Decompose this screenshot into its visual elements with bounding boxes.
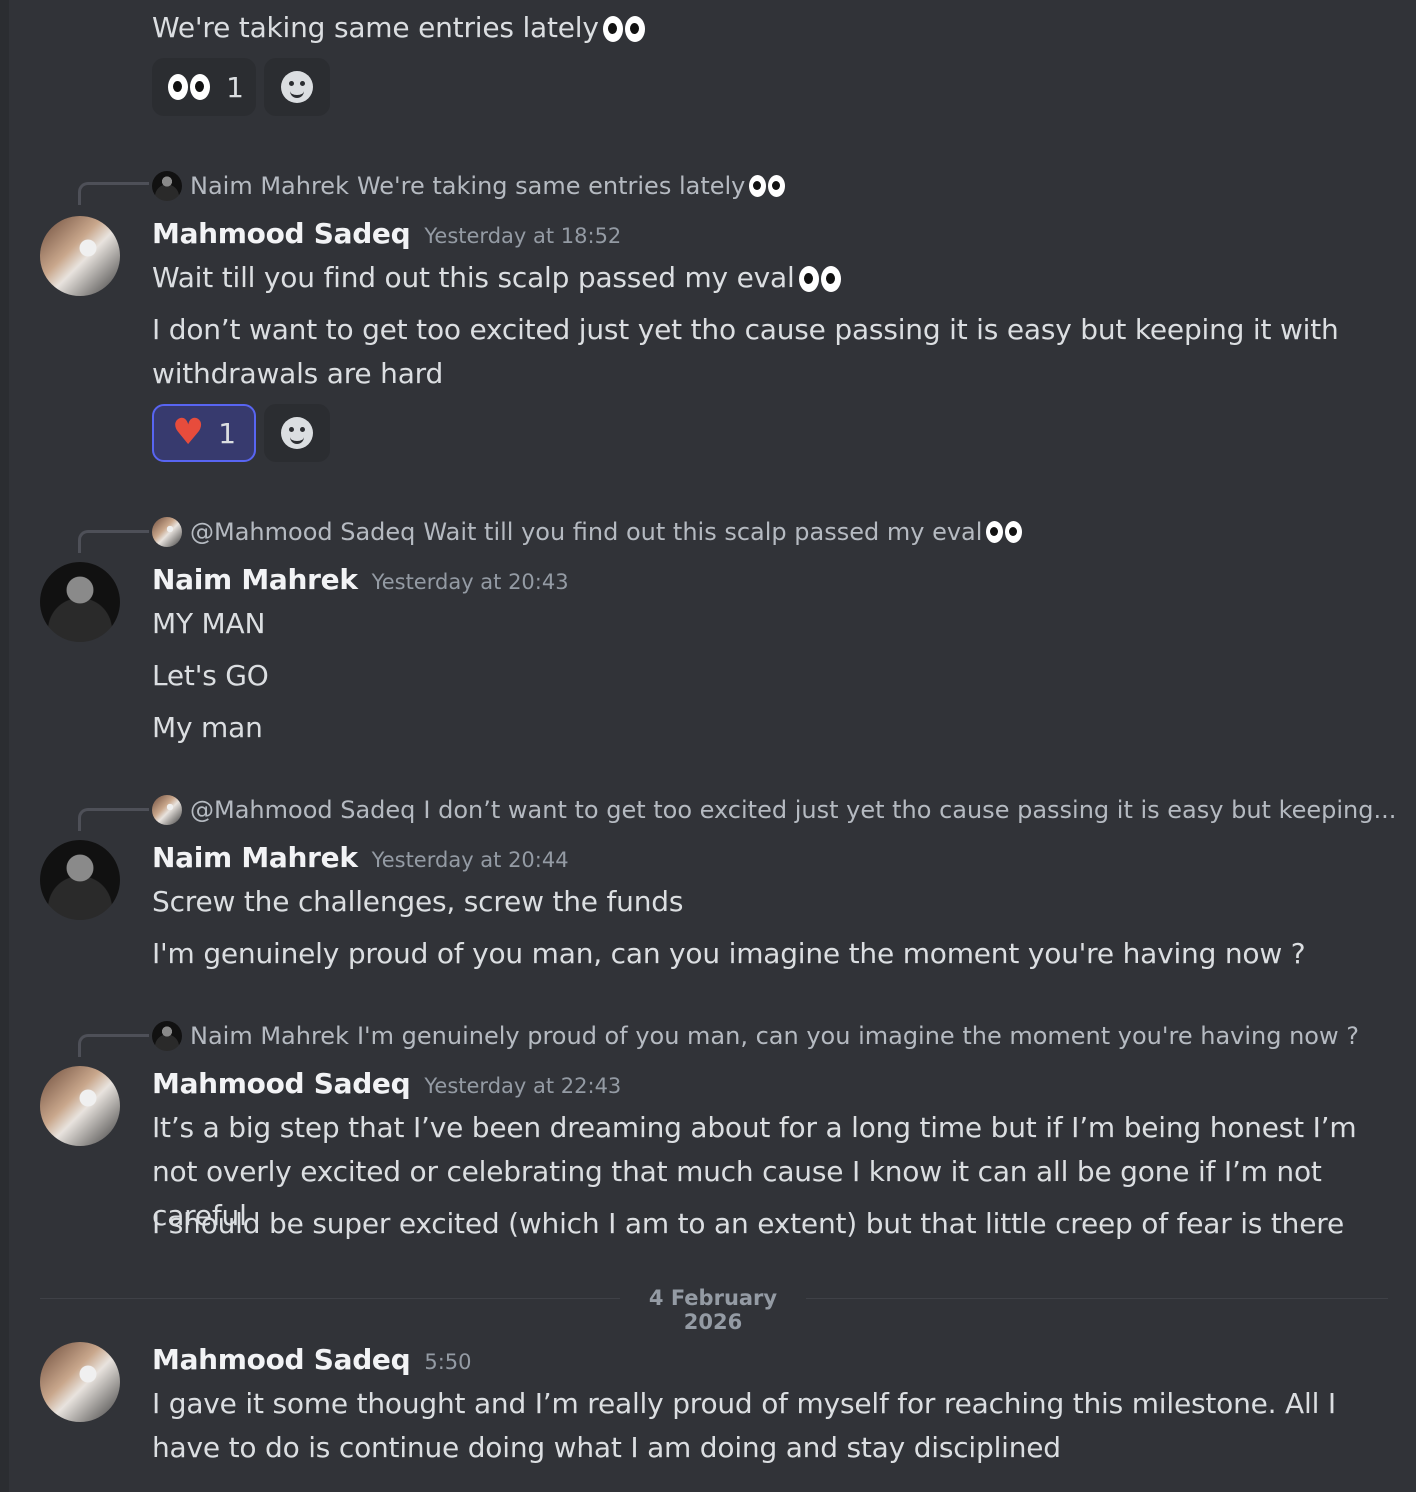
reply-preview[interactable]: Naim Mahrek I'm genuinely proud of you m… — [152, 1020, 1359, 1052]
message-text: Let's GO — [152, 659, 269, 692]
eyes-emoji-icon — [798, 266, 843, 292]
message-header: Naim Mahrek Yesterday at 20:43 — [152, 562, 569, 600]
reaction-eyes[interactable]: 1 — [152, 58, 256, 116]
author-name[interactable]: Mahmood Sadeq — [152, 1343, 411, 1376]
date-divider: 4 February 2026 — [620, 1286, 806, 1334]
left-edge — [0, 0, 9, 1492]
author-name[interactable]: Naim Mahrek — [152, 563, 358, 596]
add-reaction-button[interactable] — [264, 404, 330, 462]
eyes-emoji-icon — [986, 521, 1024, 543]
message-header: Mahmood Sadeq 5:50 — [152, 1342, 472, 1380]
message-text: We're taking same entries lately — [152, 6, 647, 50]
add-reaction-button[interactable] — [264, 58, 330, 116]
author-name[interactable]: Mahmood Sadeq — [152, 1067, 411, 1100]
message-text: I should be super excited (which I am to… — [152, 1207, 1344, 1240]
heart-emoji-icon: ♥ — [171, 412, 205, 453]
timestamp[interactable]: Yesterday at 20:43 — [372, 570, 569, 594]
reply-avatar — [152, 795, 182, 825]
message-text: Wait till you find out this scalp passed… — [152, 256, 843, 300]
timestamp[interactable]: 5:50 — [424, 1350, 471, 1374]
reply-author: @Mahmood Sadeq — [190, 518, 416, 546]
reply-text: I don’t want to get too excited just yet… — [423, 796, 1397, 824]
reply-text: We're taking same entries lately — [356, 172, 746, 200]
avatar[interactable] — [40, 562, 120, 642]
message-header: Mahmood Sadeq Yesterday at 18:52 — [152, 216, 621, 254]
eyes-emoji-icon — [602, 16, 647, 42]
message-text: Screw the challenges, screw the funds — [152, 885, 684, 918]
reply-avatar — [152, 171, 182, 201]
reply-connector — [78, 1034, 149, 1057]
author-name[interactable]: Naim Mahrek — [152, 841, 358, 874]
reaction-count: 1 — [226, 70, 244, 104]
reply-connector — [78, 182, 149, 205]
reply-text: Wait till you find out this scalp passed… — [423, 518, 983, 546]
add-reaction-icon — [281, 71, 313, 103]
timestamp[interactable]: Yesterday at 22:43 — [424, 1074, 621, 1098]
timestamp[interactable]: Yesterday at 18:52 — [424, 224, 621, 248]
reply-avatar — [152, 1021, 182, 1051]
reply-text: I'm genuinely proud of you man, can you … — [356, 1022, 1359, 1050]
reply-connector — [78, 530, 149, 553]
message-text: I'm genuinely proud of you man, can you … — [152, 937, 1306, 970]
message-text: I don’t want to get too excited just yet… — [152, 313, 1339, 390]
reply-preview[interactable]: @Mahmood Sadeq Wait till you find out th… — [152, 516, 1024, 548]
author-name[interactable]: Mahmood Sadeq — [152, 217, 411, 250]
reply-author: Naim Mahrek — [190, 1022, 349, 1050]
avatar[interactable] — [40, 1342, 120, 1422]
message-header: Naim Mahrek Yesterday at 20:44 — [152, 840, 569, 878]
reply-preview[interactable]: @Mahmood Sadeq I don’t want to get too e… — [152, 794, 1396, 826]
message-header: Mahmood Sadeq Yesterday at 22:43 — [152, 1066, 621, 1104]
reply-author: Naim Mahrek — [190, 172, 349, 200]
message-text: I gave it some thought and I’m really pr… — [152, 1387, 1336, 1464]
eyes-emoji-icon — [749, 175, 787, 197]
message-text: MY MAN — [152, 607, 266, 640]
reply-avatar — [152, 517, 182, 547]
reaction-heart[interactable]: ♥ 1 — [152, 404, 256, 462]
add-reaction-icon — [281, 417, 313, 449]
avatar[interactable] — [40, 840, 120, 920]
reply-author: @Mahmood Sadeq — [190, 796, 416, 824]
avatar[interactable] — [40, 216, 120, 296]
reply-preview[interactable]: Naim Mahrek We're taking same entries la… — [152, 170, 787, 202]
eyes-emoji-icon — [168, 74, 212, 100]
timestamp[interactable]: Yesterday at 20:44 — [372, 848, 569, 872]
reaction-count: 1 — [218, 416, 237, 450]
avatar[interactable] — [40, 1066, 120, 1146]
reply-connector — [78, 808, 149, 831]
message-text: My man — [152, 711, 263, 744]
